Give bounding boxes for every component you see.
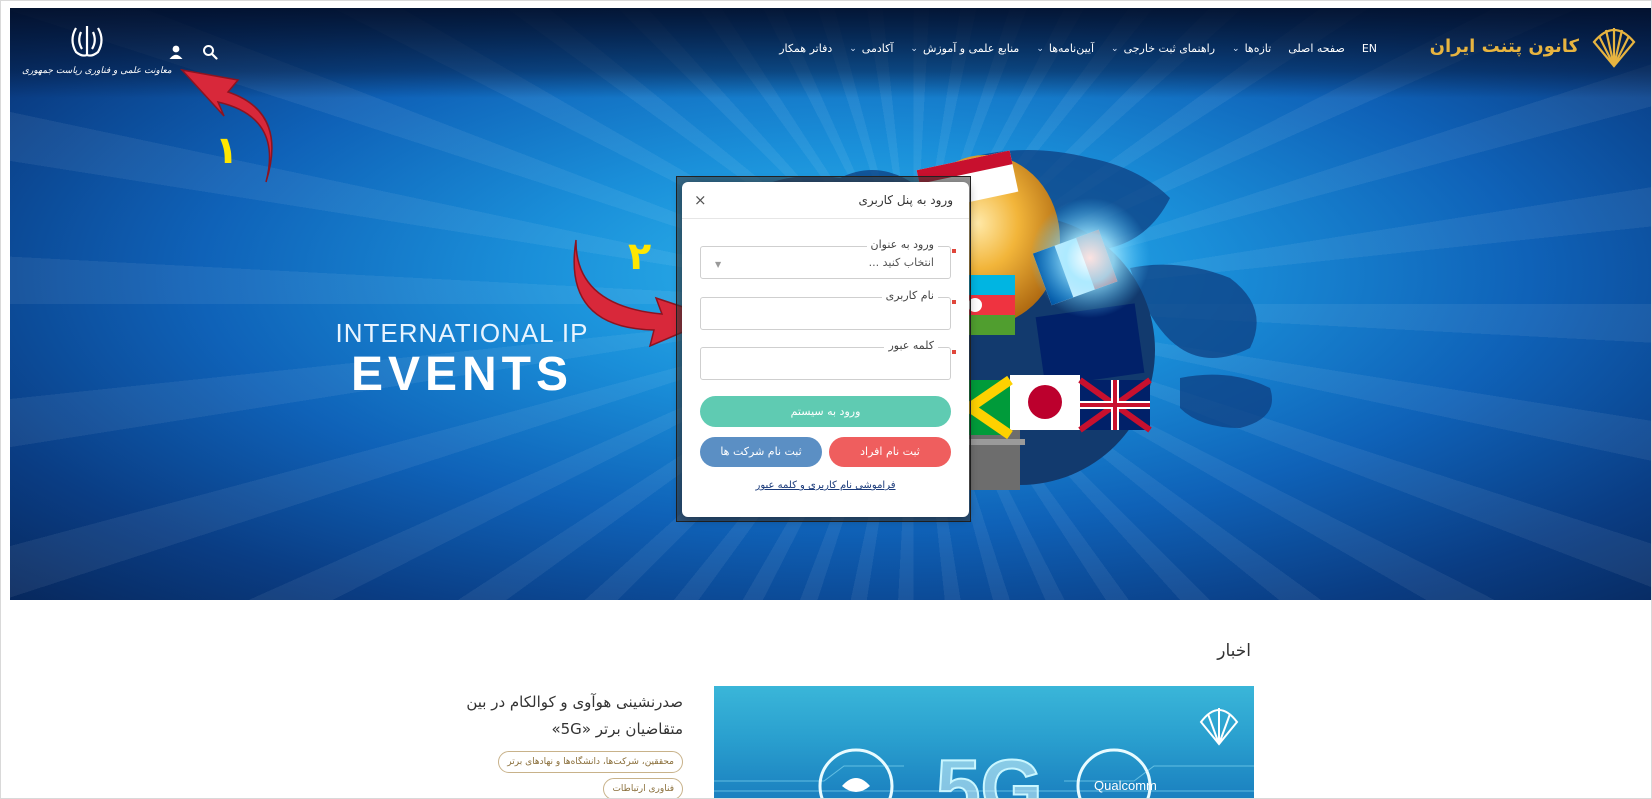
modal-title: ورود به پنل کاربری <box>858 193 953 207</box>
chevron-down-icon: ⌄ <box>849 43 857 54</box>
nav-item-regulations[interactable]: آیین‌نامه‌ها ⌄ <box>1036 42 1094 55</box>
password-input[interactable] <box>701 348 950 379</box>
brand-name: کانون پتنت ایران <box>1429 35 1579 57</box>
role-select[interactable]: ورود به عنوان انتخاب کنید ... ▼ <box>700 238 956 279</box>
register-person-button[interactable]: ثبت نام افراد <box>829 437 951 467</box>
hero-line2: EVENTS <box>350 348 574 401</box>
chevron-down-icon: ⌄ <box>1111 43 1119 54</box>
search-icon[interactable] <box>202 44 218 60</box>
forgot-credentials-link[interactable]: فراموشی نام کاربری و کلمه عبور <box>682 480 969 491</box>
password-label: کلمه عبور <box>884 339 938 352</box>
required-marker <box>952 249 956 253</box>
required-marker <box>952 350 956 354</box>
nav-item-news[interactable]: تازه‌ها ⌄ <box>1232 42 1271 55</box>
page: INTERNATIONAL IP EVENTS کانون پتنت ایران… <box>0 0 1652 799</box>
password-field[interactable]: کلمه عبور <box>700 339 956 380</box>
login-modal: ورود به پنل کاربری × ورود به عنوان انتخا… <box>682 182 969 517</box>
annotation-number-2: ۲ <box>628 234 652 278</box>
news-tag[interactable]: محققین، شرکت‌ها، دانشگاه‌ها و نهادهای بر… <box>498 751 683 773</box>
chevron-down-icon: ⌄ <box>910 43 918 54</box>
username-field[interactable]: نام کاربری <box>700 289 956 330</box>
brand-logo[interactable]: کانون پتنت ایران <box>1430 22 1639 70</box>
role-label: ورود به عنوان <box>866 238 938 251</box>
login-button[interactable]: ورود به سیستم <box>700 396 951 427</box>
required-marker <box>952 300 956 304</box>
modal-header: ورود به پنل کاربری × <box>682 182 969 219</box>
main-nav: EN صفحه اصلی تازه‌ها ⌄ راهنمای ثبت خارجی ⌄… <box>779 42 1377 55</box>
news-image-brand: Qualcomm <box>1094 778 1157 793</box>
shell-logo-icon <box>1592 28 1636 68</box>
close-icon[interactable]: × <box>694 191 707 209</box>
hero-line1: INTERNATIONAL IP <box>335 318 589 348</box>
register-company-button[interactable]: ثبت نام شرکت ها <box>700 437 822 467</box>
user-icon[interactable] <box>168 44 184 60</box>
chevron-down-icon: ▼ <box>715 260 722 269</box>
hero-event-title: INTERNATIONAL IP EVENTS <box>322 318 602 401</box>
nav-item-home[interactable]: صفحه اصلی <box>1288 42 1345 55</box>
chevron-down-icon: ⌄ <box>1036 43 1044 54</box>
username-label: نام کاربری <box>881 289 938 302</box>
news-image-text: 5G <box>935 742 1044 799</box>
nav-item-foreign-registration[interactable]: راهنمای ثبت خارجی ⌄ <box>1111 42 1215 55</box>
nav-item-en[interactable]: EN <box>1362 42 1377 55</box>
nav-item-resources[interactable]: منابع علمی و آموزش ⌄ <box>910 42 1019 55</box>
nav-item-academy[interactable]: آکادمی ⌄ <box>849 42 893 55</box>
chevron-down-icon: ⌄ <box>1232 43 1240 54</box>
news-thumbnail[interactable]: 5G Qualcomm <box>714 686 1254 799</box>
annotation-number-1: ۱ <box>215 128 239 172</box>
emblem-caption: معاونت علمی و فناوری ریاست جمهوری <box>22 66 172 76</box>
header-actions <box>168 44 218 60</box>
news-headline[interactable]: صدرنشینی هوآوی و کوالکام در بین متقاضیان… <box>441 689 683 743</box>
iran-emblem-icon <box>71 26 103 57</box>
news-section-title: اخبار <box>1217 641 1251 661</box>
government-emblem: معاونت علمی و فناوری ریاست جمهوری <box>22 22 172 76</box>
nav-item-offices[interactable]: دفاتر همکار <box>779 42 832 55</box>
role-selected-value: انتخاب کنید ... <box>868 256 934 269</box>
news-tag[interactable]: فناوری ارتباطات <box>603 778 683 798</box>
username-input[interactable] <box>701 298 950 329</box>
